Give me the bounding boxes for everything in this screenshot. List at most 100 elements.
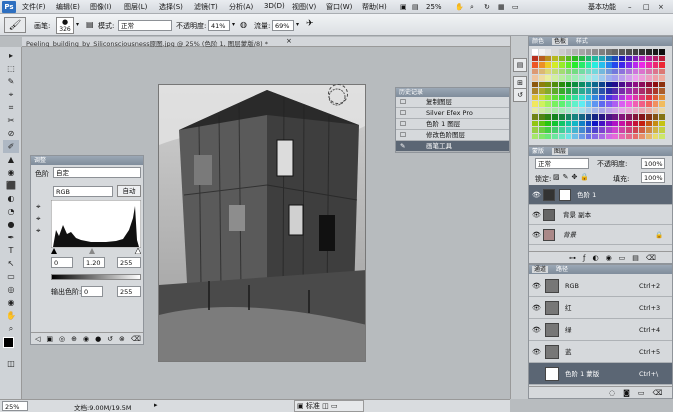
quick-mask-icon[interactable]: ◫: [3, 357, 19, 370]
swatch-cell[interactable]: [558, 127, 565, 133]
swatch-cell[interactable]: [578, 55, 585, 62]
swatch-cell[interactable]: [612, 49, 619, 55]
swatch-cell[interactable]: [558, 81, 565, 88]
swatch-cell[interactable]: [538, 101, 545, 107]
rotate-icon[interactable]: ↻: [484, 1, 490, 13]
history-item[interactable]: ☐ 修改色阶图层: [396, 130, 509, 141]
swatch-cell[interactable]: [619, 107, 625, 114]
swatch-cell[interactable]: [592, 81, 599, 88]
swatch-cell[interactable]: [585, 127, 592, 133]
swatch-cell[interactable]: [612, 94, 619, 101]
swatch-cell[interactable]: [545, 75, 552, 81]
fill-input[interactable]: 100%: [641, 172, 665, 183]
swatch-cell[interactable]: [625, 114, 632, 120]
swatch-cell[interactable]: [552, 49, 558, 55]
swatch-cell[interactable]: [545, 81, 552, 88]
layer-row-bg-copy[interactable]: 👁 背景 副本: [529, 205, 672, 225]
swatch-cell[interactable]: [558, 68, 565, 75]
fullscreen-icon[interactable]: ▭: [331, 402, 338, 410]
swatch-cell[interactable]: [652, 114, 659, 120]
swatch-cell[interactable]: [652, 62, 659, 68]
swatch-cell[interactable]: [652, 133, 659, 140]
swatch-cell[interactable]: [605, 101, 612, 107]
swatch-cell[interactable]: [625, 81, 632, 88]
visibility-eye-icon[interactable]: 👁: [532, 205, 541, 225]
swatch-cell[interactable]: [612, 68, 619, 75]
swatch-cell[interactable]: [612, 75, 619, 81]
channels-footer-icons[interactable]: ◌◙▭⌫: [529, 386, 672, 398]
history-brush-tool-icon[interactable]: ◉: [3, 166, 19, 179]
swatch-cell[interactable]: [558, 107, 565, 114]
swatch-cell[interactable]: [572, 49, 579, 55]
swatch-cell[interactable]: [532, 68, 538, 75]
swatch-cell[interactable]: [599, 127, 605, 133]
swatch-cell[interactable]: [605, 133, 612, 140]
swatch-cell[interactable]: [612, 114, 619, 120]
swatch-cell[interactable]: [565, 49, 572, 55]
flow-dropdown-icon[interactable]: ▾: [296, 21, 299, 28]
swatch-cell[interactable]: [639, 49, 646, 55]
swatch-cell[interactable]: [645, 133, 652, 140]
swatch-cell[interactable]: [632, 107, 639, 114]
swatch-cell[interactable]: [532, 120, 538, 127]
input-black-field[interactable]: 0: [51, 257, 73, 268]
swatch-cell[interactable]: [659, 88, 666, 94]
swatch-cell[interactable]: [565, 114, 572, 120]
swatch-cell[interactable]: [565, 68, 572, 75]
swatch-cell[interactable]: [565, 62, 572, 68]
swatch-cell[interactable]: [572, 120, 579, 127]
swatch-cell[interactable]: [619, 133, 625, 140]
swatch-cell[interactable]: [578, 88, 585, 94]
swatch-cell[interactable]: [572, 62, 579, 68]
swatch-cell[interactable]: [578, 62, 585, 68]
hand-tool-icon[interactable]: ✋: [3, 309, 19, 322]
swatch-cell[interactable]: [659, 62, 666, 68]
swatch-cell[interactable]: [652, 127, 659, 133]
quick-mask-mode-icon[interactable]: ◫: [322, 402, 329, 410]
lasso-tool-icon[interactable]: ✎: [3, 75, 19, 88]
swatch-cell[interactable]: [545, 114, 552, 120]
swatch-cell[interactable]: [585, 133, 592, 140]
swatch-cell[interactable]: [652, 88, 659, 94]
photo-image[interactable]: [158, 84, 366, 362]
swatch-cell[interactable]: [605, 49, 612, 55]
swatch-cell[interactable]: [578, 120, 585, 127]
close-icon[interactable]: ×: [658, 1, 664, 13]
swatch-cell[interactable]: [585, 101, 592, 107]
visibility-eye-icon[interactable]: 👁: [532, 185, 541, 205]
swatch-cell[interactable]: [532, 101, 538, 107]
swatch-cell[interactable]: [605, 88, 612, 94]
swatch-cell[interactable]: [545, 62, 552, 68]
swatch-cell[interactable]: [552, 107, 558, 114]
swatch-cell[interactable]: [565, 81, 572, 88]
swatch-cell[interactable]: [565, 127, 572, 133]
swatch-cell[interactable]: [645, 62, 652, 68]
swatch-cell[interactable]: [612, 127, 619, 133]
swatch-cell[interactable]: [599, 107, 605, 114]
swatch-cell[interactable]: [578, 101, 585, 107]
swatch-cell[interactable]: [532, 107, 538, 114]
swatch-cell[interactable]: [592, 88, 599, 94]
swatch-cell[interactable]: [592, 49, 599, 55]
swatch-cell[interactable]: [632, 81, 639, 88]
3d-rotate-tool-icon[interactable]: ◎: [3, 283, 19, 296]
swatch-cell[interactable]: [545, 101, 552, 107]
swatch-cell[interactable]: [639, 55, 646, 62]
swatch-cell[interactable]: [639, 81, 646, 88]
brush-tool-icon[interactable]: 🖌: [4, 17, 26, 33]
swatch-cell[interactable]: [552, 88, 558, 94]
swatch-cell[interactable]: [532, 62, 538, 68]
swatch-cell[interactable]: [545, 49, 552, 55]
visibility-eye-icon[interactable]: 👁: [532, 341, 541, 363]
swatch-cell[interactable]: [605, 55, 612, 62]
swatch-cell[interactable]: [645, 88, 652, 94]
swatch-cell[interactable]: [552, 68, 558, 75]
swatch-cell[interactable]: [645, 107, 652, 114]
swatch-cell[interactable]: [532, 81, 538, 88]
swatch-cell[interactable]: [605, 120, 612, 127]
swatch-cell[interactable]: [578, 133, 585, 140]
swatch-cell[interactable]: [552, 114, 558, 120]
menu-window[interactable]: 窗口(W): [326, 2, 352, 12]
swatch-cell[interactable]: [585, 75, 592, 81]
swatch-cell[interactable]: [632, 49, 639, 55]
